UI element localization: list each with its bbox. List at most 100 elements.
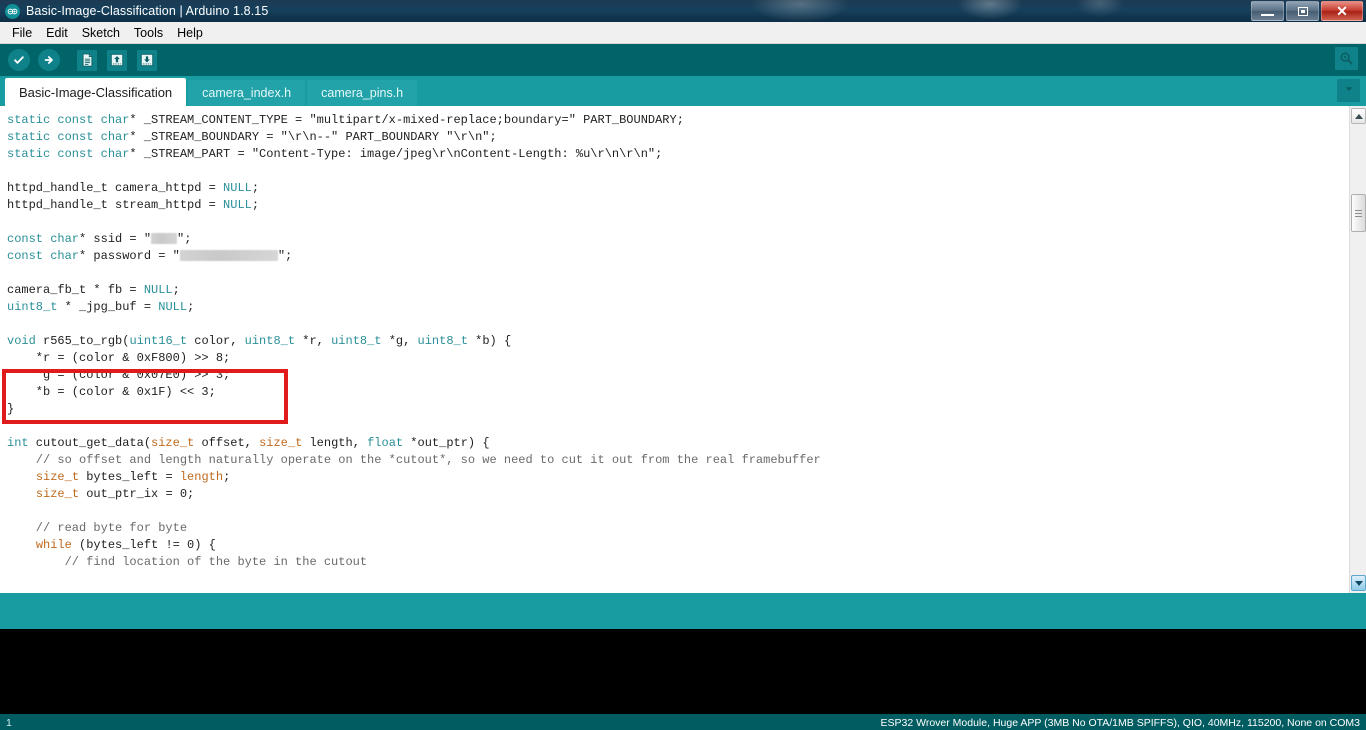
code-token: ; bbox=[187, 300, 195, 314]
code-token: r565_to_rgb( bbox=[35, 334, 130, 348]
code-token: *g = (color & 0x07E0) >> 3; bbox=[7, 368, 231, 382]
menu-item-file[interactable]: File bbox=[5, 24, 39, 42]
menu-item-edit[interactable]: Edit bbox=[39, 24, 75, 42]
code-line: static const char* _STREAM_PART = "Conte… bbox=[7, 146, 1349, 163]
code-token: bytes_left = bbox=[79, 470, 180, 484]
tab-camera-pins-h[interactable]: camera_pins.h bbox=[307, 80, 418, 106]
code-token: *r, bbox=[295, 334, 332, 348]
code-line: uint8_t * _jpg_buf = NULL; bbox=[7, 299, 1349, 316]
scroll-up-arrow-icon[interactable] bbox=[1351, 108, 1366, 124]
code-line: *b = (color & 0x1F) << 3; bbox=[7, 384, 1349, 401]
code-token: ; bbox=[172, 283, 180, 297]
open-button[interactable] bbox=[103, 46, 131, 74]
code-token: length bbox=[179, 470, 224, 484]
down-arrow-icon bbox=[137, 49, 157, 71]
code-token: const char bbox=[7, 249, 80, 263]
code-token: } bbox=[7, 402, 15, 416]
code-line: httpd_handle_t camera_httpd = NULL; bbox=[7, 180, 1349, 197]
code-line: int cutout_get_data(size_t offset, size_… bbox=[7, 435, 1349, 452]
tab-label: camera_pins.h bbox=[321, 86, 404, 100]
code-token: *b = (color & 0x1F) << 3; bbox=[7, 385, 216, 399]
up-arrow-icon bbox=[107, 49, 127, 71]
new-document-icon bbox=[77, 49, 97, 71]
status-bar: 1 ESP32 Wrover Module, Huge APP (3MB No … bbox=[0, 714, 1366, 730]
sketch-tab-bar: Basic-Image-Classification camera_index.… bbox=[0, 76, 1366, 106]
code-token: *out_ptr) { bbox=[403, 436, 490, 450]
code-token: * _STREAM_PART = "Content-Type: image/jp… bbox=[129, 147, 663, 161]
serial-monitor-button[interactable] bbox=[1335, 47, 1358, 70]
redacted-value bbox=[179, 250, 278, 261]
code-token: int bbox=[7, 436, 29, 450]
code-token: ; bbox=[223, 470, 231, 484]
code-line: httpd_handle_t stream_httpd = NULL; bbox=[7, 197, 1349, 214]
code-line: const char* ssid = " "; bbox=[7, 231, 1349, 248]
code-line: *g = (color & 0x07E0) >> 3; bbox=[7, 367, 1349, 384]
code-line: // find location of the byte in the cuto… bbox=[7, 554, 1349, 571]
code-token: static const char bbox=[7, 113, 130, 127]
code-line: // so offset and length naturally operat… bbox=[7, 452, 1349, 469]
window-title: Basic-Image-Classification | Arduino 1.8… bbox=[26, 4, 269, 18]
upload-button[interactable] bbox=[35, 46, 63, 74]
close-button[interactable]: ✕ bbox=[1321, 1, 1363, 21]
main-toolbar bbox=[0, 44, 1366, 76]
code-token: offset, bbox=[194, 436, 260, 450]
code-line: camera_fb_t * fb = NULL; bbox=[7, 282, 1349, 299]
scroll-down-arrow-icon[interactable] bbox=[1351, 575, 1366, 591]
code-line: static const char* _STREAM_BOUNDARY = "\… bbox=[7, 129, 1349, 146]
code-token: size_t bbox=[35, 487, 80, 501]
code-token: "; bbox=[277, 249, 293, 263]
code-line: // read byte for byte bbox=[7, 520, 1349, 537]
tab-menu-button[interactable] bbox=[1337, 79, 1360, 102]
code-token: * _STREAM_BOUNDARY = "\r\n--" PART_BOUND… bbox=[129, 130, 497, 144]
code-line: static const char* _STREAM_CONTENT_TYPE … bbox=[7, 112, 1349, 129]
code-token: httpd_handle_t stream_httpd = bbox=[7, 198, 224, 212]
restore-button[interactable] bbox=[1286, 1, 1319, 21]
code-editor-area[interactable]: static const char* _STREAM_CONTENT_TYPE … bbox=[0, 106, 1366, 593]
code-token: float bbox=[367, 436, 404, 450]
source-code[interactable]: static const char* _STREAM_CONTENT_TYPE … bbox=[0, 106, 1349, 593]
menu-item-tools[interactable]: Tools bbox=[127, 24, 170, 42]
verify-button[interactable] bbox=[5, 46, 33, 74]
code-token: size_t bbox=[151, 436, 195, 450]
minimize-button[interactable] bbox=[1251, 1, 1284, 21]
right-arrow-icon bbox=[38, 49, 60, 71]
tab-label: camera_index.h bbox=[202, 86, 292, 100]
code-token: *r = (color & 0xF800) >> 8; bbox=[7, 351, 231, 365]
menu-bar: File Edit Sketch Tools Help bbox=[0, 22, 1366, 44]
code-token: * _STREAM_CONTENT_TYPE = "multipart/x-mi… bbox=[129, 113, 684, 127]
code-token: // so offset and length naturally operat… bbox=[7, 453, 821, 467]
code-line: while (bytes_left != 0) { bbox=[7, 537, 1349, 554]
code-token: * password = " bbox=[79, 249, 180, 263]
new-button[interactable] bbox=[73, 46, 101, 74]
code-token: size_t bbox=[259, 436, 303, 450]
window-controls: ✕ bbox=[1251, 0, 1366, 22]
code-token: length, bbox=[302, 436, 368, 450]
save-button[interactable] bbox=[133, 46, 161, 74]
code-token: NULL bbox=[143, 283, 173, 297]
tab-camera-index-h[interactable]: camera_index.h bbox=[188, 80, 306, 106]
arduino-logo-icon bbox=[5, 3, 20, 19]
board-configuration-info: ESP32 Wrover Module, Huge APP (3MB No OT… bbox=[880, 717, 1361, 729]
code-token: uint8_t bbox=[331, 334, 382, 348]
checkmark-icon bbox=[8, 49, 30, 71]
editor-vertical-scrollbar[interactable] bbox=[1349, 106, 1366, 593]
window-title-bar: Basic-Image-Classification | Arduino 1.8… bbox=[0, 0, 1366, 22]
chevron-down-icon bbox=[1343, 82, 1355, 100]
console-output-panel[interactable] bbox=[0, 629, 1366, 714]
code-token: out_ptr_ix = 0; bbox=[79, 487, 195, 501]
console-message-strip bbox=[0, 593, 1366, 629]
code-token: uint8_t bbox=[7, 300, 58, 314]
code-token: camera_fb_t * fb = bbox=[7, 283, 144, 297]
tab-basic-image-classification[interactable]: Basic-Image-Classification bbox=[5, 78, 187, 106]
menu-item-help[interactable]: Help bbox=[170, 24, 210, 42]
code-token: // find location of the byte in the cuto… bbox=[7, 555, 368, 569]
tab-label: Basic-Image-Classification bbox=[19, 84, 173, 100]
redacted-value bbox=[151, 233, 178, 244]
code-line: *r = (color & 0xF800) >> 8; bbox=[7, 350, 1349, 367]
scroll-thumb[interactable] bbox=[1351, 194, 1366, 232]
menu-item-sketch[interactable]: Sketch bbox=[75, 24, 127, 42]
